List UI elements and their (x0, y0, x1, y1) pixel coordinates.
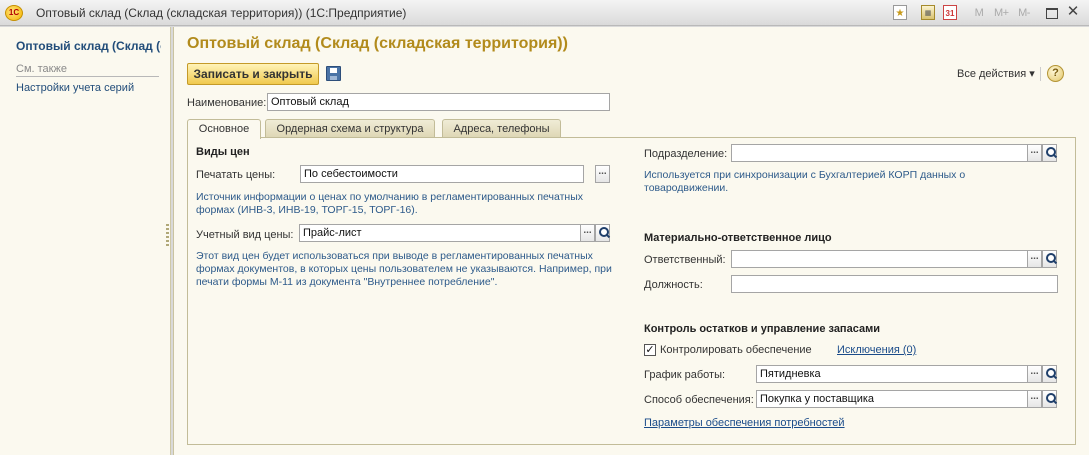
panel-resize-handle[interactable] (166, 224, 169, 248)
memory-add-button[interactable]: M+ (994, 6, 1009, 21)
account-price-field[interactable]: Прайс-лист (299, 224, 581, 242)
account-price-hint: Этот вид цен будет использоваться при вы… (196, 250, 612, 288)
exceptions-link[interactable]: Исключения (0) (837, 344, 916, 356)
print-prices-select-button[interactable]: ... (595, 165, 610, 183)
memory-button[interactable]: M (972, 6, 986, 21)
dropdown-arrow-icon: ▾ (1029, 68, 1035, 80)
responsible-select-button[interactable]: ... (1027, 250, 1042, 268)
restore-window-icon[interactable] (1046, 8, 1058, 19)
name-field[interactable]: Оптовый склад (267, 93, 610, 111)
favorites-icon[interactable]: ★ (893, 5, 907, 20)
memory-subtract-button[interactable]: M- (1017, 6, 1031, 21)
help-icon[interactable]: ? (1047, 65, 1064, 82)
supply-method-label: Способ обеспечения: (644, 394, 754, 406)
print-prices-hint: Источник информации о ценах по умолчанию… (196, 191, 584, 216)
schedule-select-button[interactable]: ... (1027, 365, 1042, 383)
tab-content: Виды цен Печатать цены: По себестоимости… (187, 137, 1076, 445)
calculator-icon[interactable]: ▦ (921, 5, 935, 20)
print-prices-label: Печатать цены: (196, 169, 276, 181)
window-titlebar: 1С Оптовый склад (Склад (складская терри… (0, 0, 1089, 26)
supply-params-link[interactable]: Параметры обеспечения потребностей (644, 417, 845, 429)
stock-control-header: Контроль остатков и управление запасами (644, 323, 880, 335)
account-price-select-button[interactable]: ... (580, 224, 595, 242)
responsible-label: Ответственный: (644, 254, 726, 266)
series-accounting-settings-link[interactable]: Настройки учета серий (16, 82, 134, 94)
tab-main[interactable]: Основное (187, 119, 261, 139)
control-supply-label[interactable]: Контролировать обеспечение (660, 344, 812, 356)
supply-method-select-button[interactable]: ... (1027, 390, 1042, 408)
name-label: Наименование: (187, 97, 267, 109)
nav-panel-title[interactable]: Оптовый склад (Склад (складская территор… (16, 39, 161, 53)
responsible-person-header: Материально-ответственное лицо (644, 232, 832, 244)
division-label: Подразделение: (644, 148, 728, 160)
all-actions-menu[interactable]: Все действия ▾ (957, 67, 1035, 80)
position-label: Должность: (644, 279, 703, 291)
division-hint: Используется при синхронизации с Бухгалт… (644, 169, 966, 194)
schedule-label: График работы: (644, 369, 726, 381)
price-types-header: Виды цен (196, 146, 250, 158)
toolbar-divider (1040, 67, 1041, 81)
responsible-open-icon[interactable] (1042, 250, 1057, 268)
navigation-panel: Оптовый склад (Склад (складская территор… (0, 27, 171, 455)
schedule-open-icon[interactable] (1042, 365, 1057, 383)
division-field[interactable] (731, 144, 1028, 162)
see-also-header: См. также (16, 63, 159, 77)
form-title: Оптовый склад (Склад (складская территор… (187, 35, 568, 52)
schedule-field[interactable]: Пятидневка (756, 365, 1028, 383)
all-actions-label: Все действия (957, 68, 1027, 80)
account-price-open-icon[interactable] (595, 224, 610, 242)
supply-method-field[interactable]: Покупка у поставщика (756, 390, 1028, 408)
position-field[interactable] (731, 275, 1058, 293)
window-title: Оптовый склад (Склад (складская территор… (36, 6, 407, 20)
save-icon[interactable] (326, 66, 341, 81)
tab-addresses[interactable]: Адреса, телефоны (442, 119, 561, 138)
print-prices-field[interactable]: По себестоимости (300, 165, 584, 183)
tab-order-scheme[interactable]: Ордерная схема и структура (265, 119, 435, 138)
account-price-label: Учетный вид цены: (196, 229, 294, 241)
form-area: Оптовый склад (Склад (складская территор… (173, 27, 1089, 455)
calendar-icon[interactable]: 31 (943, 5, 957, 20)
supply-method-open-icon[interactable] (1042, 390, 1057, 408)
close-window-icon[interactable]: ✕ (1066, 4, 1080, 19)
responsible-field[interactable] (731, 250, 1028, 268)
division-open-icon[interactable] (1042, 144, 1057, 162)
save-and-close-button[interactable]: Записать и закрыть (187, 63, 319, 85)
control-supply-checkbox[interactable]: ✓ (644, 344, 656, 356)
division-select-button[interactable]: ... (1027, 144, 1042, 162)
app-logo-icon[interactable]: 1С (5, 5, 23, 21)
